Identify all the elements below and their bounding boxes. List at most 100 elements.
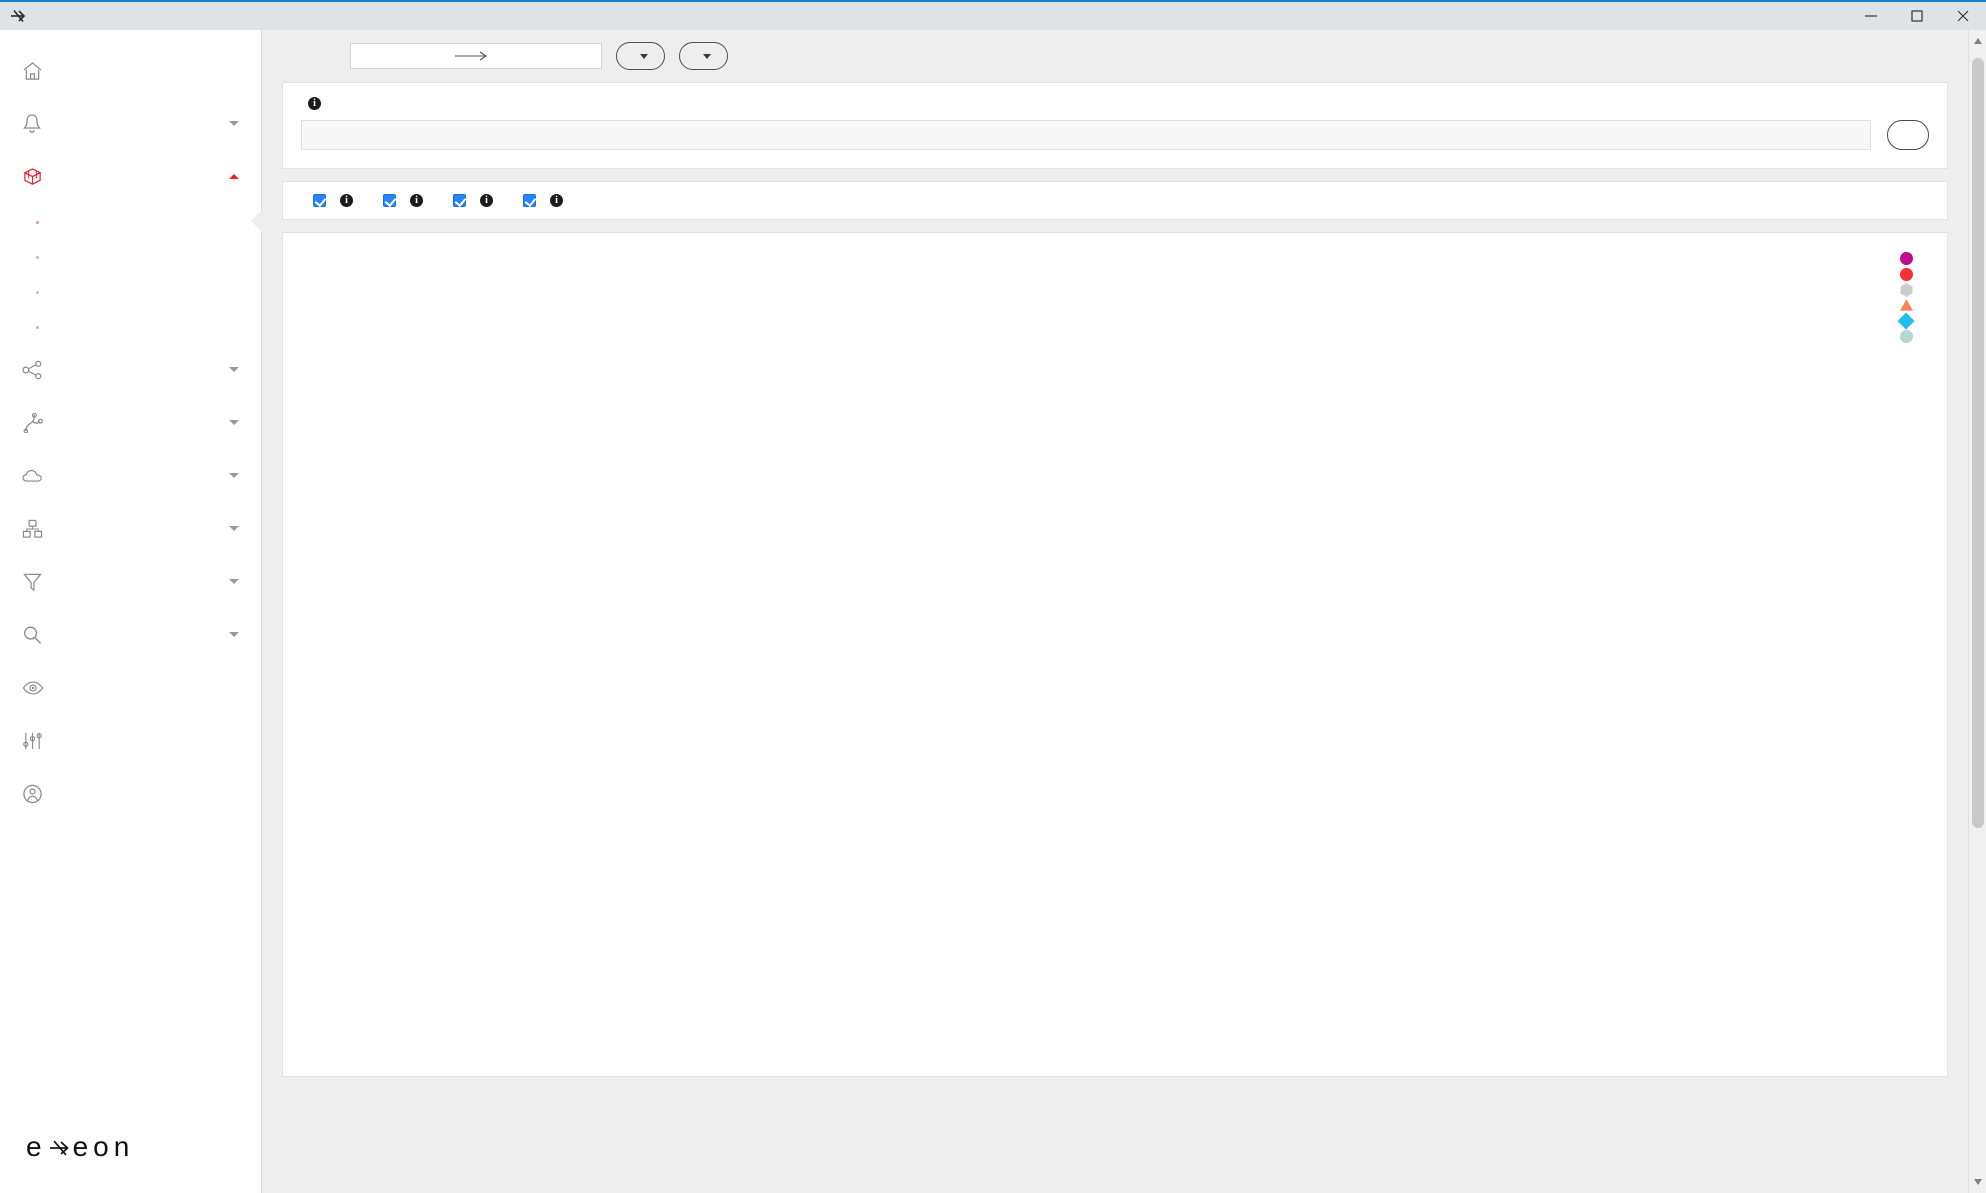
chevron-down-icon[interactable] (229, 420, 239, 425)
legend-row (1895, 298, 1921, 314)
vertical-scrollbar[interactable] (1968, 30, 1986, 1193)
graph-legend (1895, 251, 1921, 344)
checkbox-show-all-endpoints[interactable] (313, 194, 326, 207)
bullet-icon (36, 221, 39, 224)
sidebar-item-dns-analytics[interactable] (0, 396, 261, 449)
window-controls (1848, 1, 1986, 31)
home-icon (22, 56, 56, 86)
sidebar-item-topology[interactable] (0, 502, 261, 555)
scroll-up-icon[interactable] (1969, 32, 1986, 50)
sidebar-item-user[interactable] (0, 767, 261, 820)
sidebar-subnav-custom-analyzers (0, 203, 261, 343)
filter-panel: i i i i (282, 181, 1948, 220)
vertical-scroll-thumb[interactable] (1972, 58, 1984, 828)
sidebar: e eon (0, 30, 262, 1193)
chevron-down-icon[interactable] (229, 121, 239, 126)
search-input[interactable] (301, 120, 1871, 150)
sidebar-item-drill-down[interactable] (0, 555, 261, 608)
info-icon[interactable]: i (340, 194, 353, 207)
cloud-icon (22, 461, 56, 491)
close-icon[interactable] (1940, 1, 1986, 31)
legend-swatch-hexagon-analyzer (1895, 283, 1917, 297)
sidebar-subitem-custom-graph[interactable] (0, 203, 261, 238)
info-icon[interactable]: i (410, 194, 423, 207)
sidebar-item-proxy-analytics[interactable] (0, 449, 261, 502)
logo-text-e: e (26, 1131, 47, 1163)
sidebar-item-intel[interactable] (0, 661, 261, 714)
sidebar-item-custom-analyzers[interactable] (0, 150, 261, 203)
legend-swatch-circle-tags (1895, 330, 1917, 343)
query-panel: i (282, 82, 1948, 169)
chevron-down-icon[interactable] (229, 579, 239, 584)
sliders-icon (22, 726, 56, 756)
chevron-down-icon[interactable] (229, 526, 239, 531)
legend-row (1895, 282, 1921, 298)
legend-row (1895, 329, 1921, 345)
sidebar-item-search[interactable] (0, 608, 261, 661)
sidebar-subitem-tags[interactable] (0, 273, 261, 308)
user-circle-icon (22, 779, 56, 809)
graph-canvas[interactable] (282, 232, 1948, 1077)
exeon-x-logo-icon (48, 1137, 72, 1159)
chevron-down-icon[interactable] (229, 632, 239, 637)
checkbox-show-meta-data[interactable] (523, 194, 536, 207)
filter-show-all-endpoints[interactable]: i (313, 194, 353, 207)
minimize-icon[interactable] (1848, 1, 1894, 31)
filter-show-all-analyzers[interactable]: i (383, 194, 423, 207)
checkbox-show-tags[interactable] (453, 194, 466, 207)
chevron-down-icon (640, 54, 648, 59)
query-panel-label: i (301, 97, 1929, 110)
search-icon (22, 620, 56, 650)
exeon-footer-logo: e eon (0, 1131, 262, 1163)
logo-text-eon: eon (73, 1131, 135, 1163)
info-icon[interactable]: i (550, 194, 563, 207)
maximize-icon[interactable] (1894, 1, 1940, 31)
funnel-icon (22, 567, 56, 597)
chevron-down-icon (703, 54, 711, 59)
legend-row (1895, 251, 1921, 267)
sidebar-item-flow-analytics[interactable] (0, 343, 261, 396)
sitemap-icon (22, 514, 56, 544)
legend-swatch-circle-events (1895, 252, 1917, 265)
query-row (301, 120, 1929, 150)
share-nodes-icon (22, 355, 56, 385)
load-data-button[interactable] (1887, 120, 1929, 150)
set-as-default-button[interactable] (679, 42, 728, 70)
long-arrow-right-icon (451, 51, 495, 61)
sidebar-subitem-analyzers[interactable] (0, 238, 261, 273)
legend-swatch-triangle-custom-tag (1895, 299, 1917, 311)
popular-time-ranges-button[interactable] (616, 42, 665, 70)
bullet-icon (36, 256, 39, 259)
scroll-down-icon[interactable] (1969, 1173, 1986, 1191)
chevron-up-icon[interactable] (229, 174, 239, 179)
filter-show-meta-data[interactable]: i (523, 194, 563, 207)
page-toolbar (262, 30, 1968, 82)
sidebar-item-admin[interactable] (0, 714, 261, 767)
sidebar-subitem-raw-data[interactable] (0, 308, 261, 343)
cube-icon (22, 162, 56, 192)
window-titlebar (0, 0, 1986, 30)
dns-branch-icon (22, 408, 56, 438)
graph-svg[interactable] (283, 233, 1948, 1077)
eye-icon (22, 673, 56, 703)
sidebar-nav (0, 30, 261, 820)
info-icon[interactable]: i (480, 194, 493, 207)
main-content: i i i i (262, 30, 1968, 1193)
bullet-icon (36, 326, 39, 329)
legend-swatch-circle-anomalies (1895, 268, 1917, 281)
checkbox-show-all-analyzers[interactable] (383, 194, 396, 207)
legend-row (1895, 267, 1921, 283)
date-range-field[interactable] (350, 43, 602, 69)
legend-swatch-diamond-meta (1895, 315, 1917, 327)
sidebar-item-anomalies[interactable] (0, 97, 261, 150)
chevron-down-icon[interactable] (229, 367, 239, 372)
bell-icon (22, 109, 56, 139)
bullet-icon (36, 291, 39, 294)
chevron-down-icon[interactable] (229, 473, 239, 478)
exeon-x-icon (10, 7, 28, 25)
sidebar-item-dashboard[interactable] (0, 44, 261, 97)
legend-row (1895, 313, 1921, 329)
info-icon[interactable]: i (308, 97, 321, 110)
application-window: e eon (0, 0, 1986, 1193)
filter-show-tags[interactable]: i (453, 194, 493, 207)
